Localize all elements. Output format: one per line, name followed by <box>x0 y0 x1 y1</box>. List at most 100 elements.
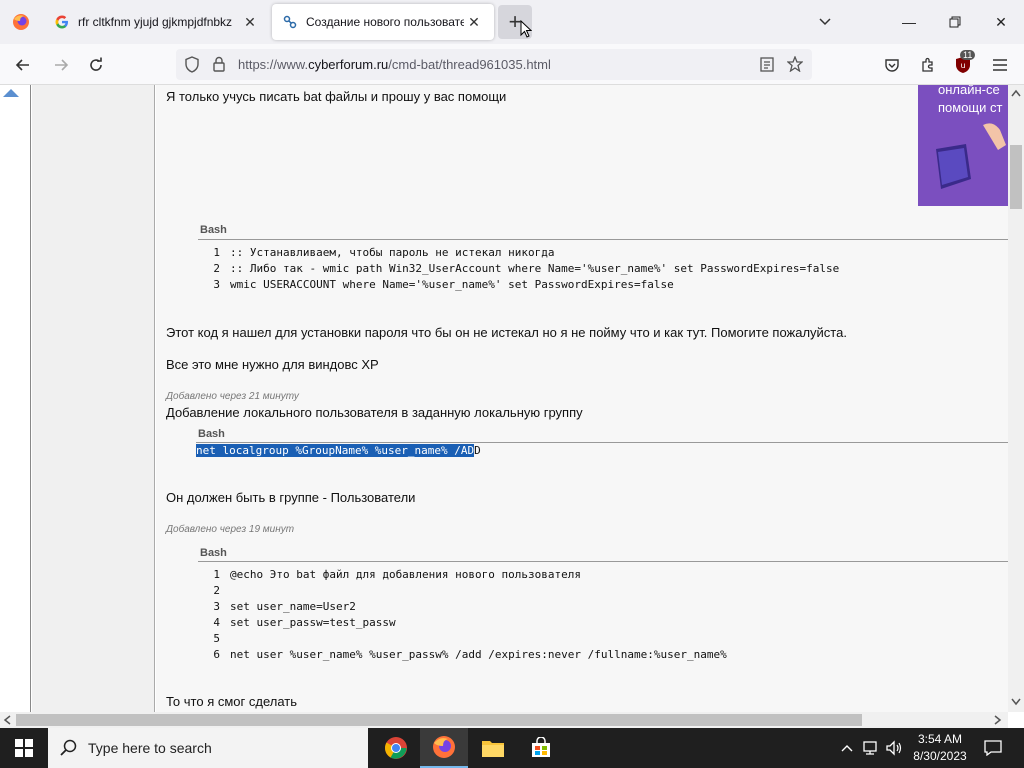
tab-strip: rfr cltkfnm yjujd gjkmpjdfnbkz ✕ Создани… <box>0 0 1024 44</box>
vertical-scrollbar[interactable] <box>1008 85 1024 712</box>
tab-title: Создание нового пользовател <box>306 15 464 29</box>
scroll-right-arrow-icon[interactable] <box>994 715 1002 725</box>
lock-icon[interactable] <box>212 56 226 72</box>
google-icon <box>54 14 70 30</box>
search-icon <box>60 739 77 756</box>
network-button[interactable] <box>860 728 882 768</box>
start-button[interactable] <box>0 728 48 768</box>
taskbar-clock[interactable]: 3:54 AM 8/30/2023 <box>904 731 976 765</box>
post-intro-text: Я только учусь писать bat файлы и прошу … <box>166 89 507 104</box>
show-hidden-icons-button[interactable] <box>838 728 856 768</box>
volume-button[interactable] <box>884 728 904 768</box>
close-window-button[interactable]: ✕ <box>978 0 1024 44</box>
scroll-left-arrow-icon[interactable] <box>3 715 11 725</box>
code-block-3[interactable]: 1 @echo Это bat файл для добавления новог… <box>202 567 727 663</box>
book-illustration <box>936 144 971 189</box>
mouse-cursor-icon <box>520 20 532 38</box>
bookmark-star-icon[interactable] <box>787 56 803 72</box>
url-text[interactable]: https://www.cyberforum.ru/cmd-bat/thread… <box>238 57 551 72</box>
notification-icon <box>984 740 1002 756</box>
scroll-up-arrow-icon[interactable] <box>1011 89 1021 97</box>
pocket-button[interactable] <box>877 50 907 80</box>
windows-taskbar: Type here to search 3:54 AM 8/30/2023 <box>0 728 1024 768</box>
network-icon <box>863 741 877 755</box>
firefox-icon <box>433 736 455 758</box>
notifications-button[interactable] <box>978 728 1008 768</box>
code-block-divider <box>198 239 1008 240</box>
menu-button[interactable] <box>985 50 1015 80</box>
tab-google-search[interactable]: rfr cltkfnm yjujd gjkmpjdfnbkz ✕ <box>44 4 270 40</box>
taskbar-chrome[interactable] <box>372 728 420 768</box>
navigation-toolbar: https://www.cyberforum.ru/cmd-bat/thread… <box>0 44 1024 85</box>
code-block-label: Bash <box>198 428 225 440</box>
windows-logo-icon <box>15 739 33 757</box>
list-all-tabs-icon[interactable] <box>815 12 835 32</box>
code-block-1[interactable]: 1:: Устанавливаем, чтобы пароль не истек… <box>202 245 839 293</box>
firefox-icon <box>13 14 29 30</box>
code-block-2[interactable]: net localgroup %GroupName% %user_name% /… <box>196 443 481 459</box>
reader-view-icon[interactable] <box>760 57 774 72</box>
post-paragraph: Все это мне нужно для виндовс XP <box>166 357 379 372</box>
svg-text:u: u <box>960 61 965 70</box>
advertisement-banner[interactable]: онлайн-се помощи ст <box>918 85 1008 206</box>
left-gutter <box>0 85 31 712</box>
close-tab-icon[interactable]: ✕ <box>240 14 260 31</box>
post-heading: Добавление локального пользователя в зад… <box>166 405 583 420</box>
code-line: net user %user_name% %user_passw% /add /… <box>230 648 727 661</box>
vertical-scroll-thumb[interactable] <box>1010 145 1022 209</box>
store-icon <box>532 737 550 757</box>
chrome-icon <box>385 737 407 759</box>
firefox-view-button[interactable] <box>0 0 42 44</box>
horizontal-scrollbar[interactable] <box>0 712 1008 728</box>
code-line: set user_name=User2 <box>230 600 356 613</box>
clock-time: 3:54 AM <box>917 732 963 746</box>
tab-title: rfr cltkfnm yjujd gjkmpjdfnbkz <box>78 15 233 29</box>
taskbar-search-box[interactable]: Type here to search <box>48 728 368 768</box>
folder-icon <box>482 741 504 757</box>
post-paragraph: Этот код я нашел для установки пароля чт… <box>166 325 847 340</box>
back-button[interactable] <box>8 50 38 80</box>
extension-badge: 11 <box>960 50 976 60</box>
address-bar[interactable]: https://www.cyberforum.ru/cmd-bat/thread… <box>176 49 812 80</box>
page-viewport: Я только учусь писать bat файлы и прошу … <box>0 85 1008 712</box>
taskbar-file-explorer[interactable] <box>469 728 517 768</box>
scroll-up-triangle-icon[interactable] <box>2 88 20 98</box>
taskbar-store[interactable] <box>517 728 565 768</box>
scroll-down-arrow-icon[interactable] <box>1011 698 1021 706</box>
arrow-right-icon <box>55 59 69 71</box>
forward-button[interactable] <box>46 50 76 80</box>
cyberforum-icon <box>282 14 298 30</box>
tab-cyberforum[interactable]: Создание нового пользовател ✕ <box>272 4 494 40</box>
code-line: :: Устанавливаем, чтобы пароль не истека… <box>230 246 555 259</box>
post-paragraph: То что я смог сделать <box>166 694 298 709</box>
reload-button[interactable] <box>81 50 111 80</box>
restore-icon <box>949 16 961 28</box>
tracking-protection-icon[interactable] <box>184 56 200 73</box>
hand-illustration <box>983 123 1006 150</box>
code-block-divider <box>198 561 1008 562</box>
horizontal-scroll-thumb[interactable] <box>16 714 862 726</box>
restore-button[interactable] <box>932 0 978 44</box>
puzzle-icon <box>922 57 933 72</box>
extensions-button[interactable] <box>913 50 943 80</box>
code-line: @echo Это bat файл для добавления нового… <box>230 568 581 581</box>
post-content: Я только учусь писать bat файлы и прошу … <box>156 85 1008 712</box>
reload-icon <box>90 57 102 71</box>
chevron-up-icon <box>841 745 853 752</box>
minimize-button[interactable]: — <box>886 0 932 44</box>
code-block-label: Bash <box>200 547 227 559</box>
close-tab-icon[interactable]: ✕ <box>464 14 484 31</box>
clock-date: 8/30/2023 <box>913 749 967 763</box>
code-block-label: Bash <box>200 224 227 236</box>
code-line: set user_passw=test_passw <box>230 616 396 629</box>
ad-text: онлайн-се помощи ст <box>938 85 1003 115</box>
post-paragraph: Он должен быть в группе - Пользователи <box>166 490 416 505</box>
post-author-column <box>32 85 155 712</box>
hamburger-menu-icon <box>993 59 1007 71</box>
code-text: D <box>474 444 481 457</box>
added-later-note: Добавлено через 19 минут <box>166 524 295 535</box>
code-line: :: Либо так - wmic path Win32_UserAccoun… <box>230 262 840 275</box>
arrow-left-icon <box>15 59 29 71</box>
added-later-note: Добавлено через 21 минуту <box>166 391 299 402</box>
taskbar-firefox[interactable] <box>420 728 468 768</box>
